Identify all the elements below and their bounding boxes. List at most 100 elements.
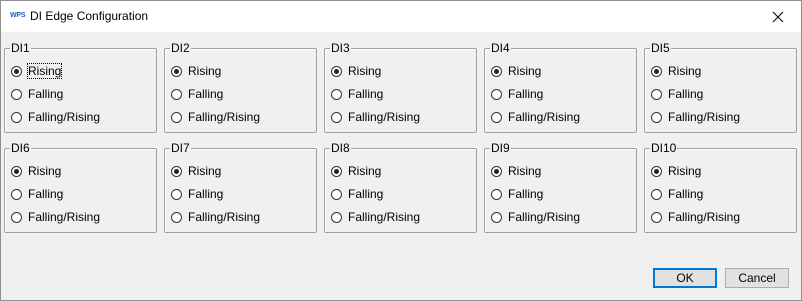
radio-di7-falling[interactable]: Falling: [171, 186, 223, 202]
radio-di2-falling-rising[interactable]: Falling/Rising: [171, 109, 260, 125]
radio-di5-falling[interactable]: Falling: [651, 86, 703, 102]
radio-di6-falling-rising[interactable]: Falling/Rising: [11, 209, 100, 225]
radio-di1-falling-rising[interactable]: Falling/Rising: [11, 109, 100, 125]
group-di5: DI5 Rising Falling Falling/Rising: [644, 41, 797, 133]
radio-label: Falling/Rising: [668, 110, 741, 124]
radio-di7-rising[interactable]: Rising: [171, 163, 221, 179]
radio-di10-falling[interactable]: Falling: [651, 186, 703, 202]
radio-di5-rising[interactable]: Rising: [651, 63, 701, 79]
radio-di8-rising[interactable]: Rising: [331, 163, 381, 179]
group-label: DI4: [490, 41, 511, 55]
radio-circle-icon: [491, 111, 502, 123]
radio-di8-falling-rising[interactable]: Falling/Rising: [331, 209, 420, 225]
radio-label: Falling/Rising: [508, 210, 581, 224]
radio-circle-icon: [171, 188, 182, 200]
ok-button[interactable]: OK: [653, 268, 717, 288]
radio-di9-falling[interactable]: Falling: [491, 186, 543, 202]
radio-label: Rising: [508, 64, 542, 78]
radio-circle-icon: [171, 211, 182, 223]
radio-label: Falling: [348, 187, 384, 201]
radio-circle-icon: [11, 188, 22, 200]
radio-label: Rising: [348, 164, 382, 178]
window-title: DI Edge Configuration: [30, 9, 149, 23]
radio-label: Rising: [26, 63, 63, 79]
radio-circle-icon: [171, 111, 182, 123]
radio-di5-falling-rising[interactable]: Falling/Rising: [651, 109, 740, 125]
radio-circle-icon: [11, 111, 22, 123]
radio-di10-falling-rising[interactable]: Falling/Rising: [651, 209, 740, 225]
radio-di2-rising[interactable]: Rising: [171, 63, 221, 79]
radio-circle-icon: [331, 165, 342, 177]
radio-di2-falling[interactable]: Falling: [171, 86, 223, 102]
radio-di4-falling[interactable]: Falling: [491, 86, 543, 102]
radio-circle-icon: [651, 65, 662, 77]
radio-circle-icon: [491, 165, 502, 177]
radio-label: Falling: [348, 87, 384, 101]
radio-label: Rising: [508, 164, 542, 178]
radio-circle-icon: [171, 88, 182, 100]
close-button[interactable]: [755, 1, 801, 32]
radio-di4-rising[interactable]: Rising: [491, 63, 541, 79]
group-di9: DI9 Rising Falling Falling/Rising: [484, 141, 637, 233]
radio-label: Falling/Rising: [348, 210, 421, 224]
radio-di6-falling[interactable]: Falling: [11, 186, 63, 202]
group-label: DI1: [10, 41, 31, 55]
radio-di1-rising[interactable]: Rising: [11, 63, 63, 79]
radio-label: Rising: [668, 64, 702, 78]
radio-circle-icon: [651, 88, 662, 100]
group-label: DI7: [170, 141, 191, 155]
radio-di9-rising[interactable]: Rising: [491, 163, 541, 179]
radio-di9-falling-rising[interactable]: Falling/Rising: [491, 209, 580, 225]
radio-circle-icon: [331, 88, 342, 100]
radio-label: Falling: [668, 87, 704, 101]
radio-circle-icon: [651, 188, 662, 200]
group-label: DI2: [170, 41, 191, 55]
radio-label: Falling/Rising: [508, 110, 581, 124]
radio-circle-icon: [491, 211, 502, 223]
radio-circle-icon: [651, 165, 662, 177]
radio-di4-falling-rising[interactable]: Falling/Rising: [491, 109, 580, 125]
radio-label: Falling: [188, 87, 224, 101]
radio-label: Falling: [508, 187, 544, 201]
app-icon: WPS: [10, 12, 26, 19]
radio-circle-icon: [11, 165, 22, 177]
group-di4: DI4 Rising Falling Falling/Rising: [484, 41, 637, 133]
radio-label: Falling/Rising: [28, 210, 101, 224]
radio-di1-falling[interactable]: Falling: [11, 86, 63, 102]
radio-circle-icon: [11, 88, 22, 100]
radio-di7-falling-rising[interactable]: Falling/Rising: [171, 209, 260, 225]
radio-label: Falling: [28, 87, 64, 101]
radio-di3-falling-rising[interactable]: Falling/Rising: [331, 109, 420, 125]
group-di10: DI10 Rising Falling Falling/Rising: [644, 141, 797, 233]
title-bar[interactable]: WPS DI Edge Configuration: [1, 1, 801, 32]
group-di7: DI7 Rising Falling Falling/Rising: [164, 141, 317, 233]
close-icon: [772, 11, 784, 22]
radio-di8-falling[interactable]: Falling: [331, 186, 383, 202]
group-label: DI10: [650, 141, 678, 155]
group-di6: DI6 Rising Falling Falling/Rising: [4, 141, 157, 233]
radio-circle-icon: [491, 188, 502, 200]
radio-label: Falling: [668, 187, 704, 201]
radio-label: Rising: [188, 164, 222, 178]
radio-di3-rising[interactable]: Rising: [331, 63, 381, 79]
radio-label: Rising: [668, 164, 702, 178]
radio-label: Falling: [28, 187, 64, 201]
radio-circle-icon: [331, 65, 342, 77]
radio-di6-rising[interactable]: Rising: [11, 163, 61, 179]
radio-di3-falling[interactable]: Falling: [331, 86, 383, 102]
radio-label: Rising: [28, 164, 62, 178]
cancel-button[interactable]: Cancel: [725, 268, 789, 288]
group-label: DI5: [650, 41, 671, 55]
dialog-window: WPS DI Edge Configuration DI1 Rising Falli…: [0, 0, 802, 301]
group-di2: DI2 Rising Falling Falling/Rising: [164, 41, 317, 133]
radio-label: Falling: [188, 187, 224, 201]
group-label: DI6: [10, 141, 31, 155]
radio-di10-rising[interactable]: Rising: [651, 163, 701, 179]
group-label: DI9: [490, 141, 511, 155]
group-label: DI8: [330, 141, 351, 155]
radio-circle-icon: [331, 111, 342, 123]
radio-label: Rising: [348, 64, 382, 78]
radio-label: Falling/Rising: [28, 110, 101, 124]
radio-circle-icon: [491, 65, 502, 77]
radio-label: Falling/Rising: [348, 110, 421, 124]
